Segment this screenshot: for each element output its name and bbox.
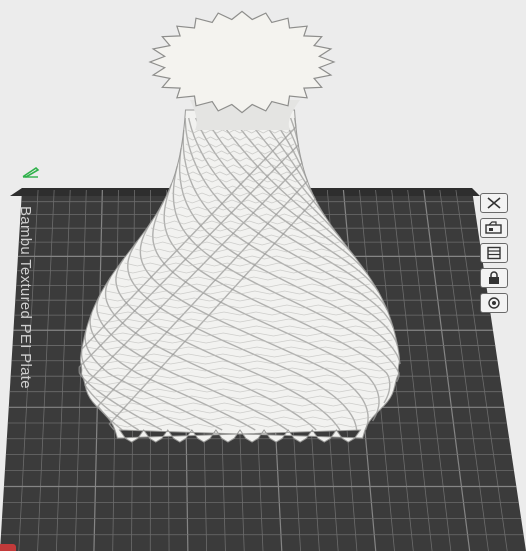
scene-canvas[interactable] (0, 0, 526, 551)
target-icon (488, 297, 500, 309)
arrange-plate-button[interactable] (480, 218, 508, 238)
auto-orient-button[interactable] (480, 293, 508, 313)
3d-viewport[interactable]: Bambu Textured PEI Plate (0, 0, 526, 551)
plate-settings-button[interactable] (480, 243, 508, 263)
plate-label: Bambu Textured PEI Plate (17, 206, 34, 389)
layers-icon (487, 246, 501, 260)
vase-top-opening (148, 10, 336, 114)
x-icon (487, 197, 501, 209)
arrange-icon (485, 221, 502, 234)
status-corner-marker (0, 544, 16, 551)
plate-toolbar (480, 193, 512, 318)
lock-plate-button[interactable] (480, 268, 508, 288)
close-plate-button[interactable] (480, 193, 508, 213)
lock-icon (489, 271, 499, 284)
edit-pencil-icon[interactable] (22, 166, 40, 178)
